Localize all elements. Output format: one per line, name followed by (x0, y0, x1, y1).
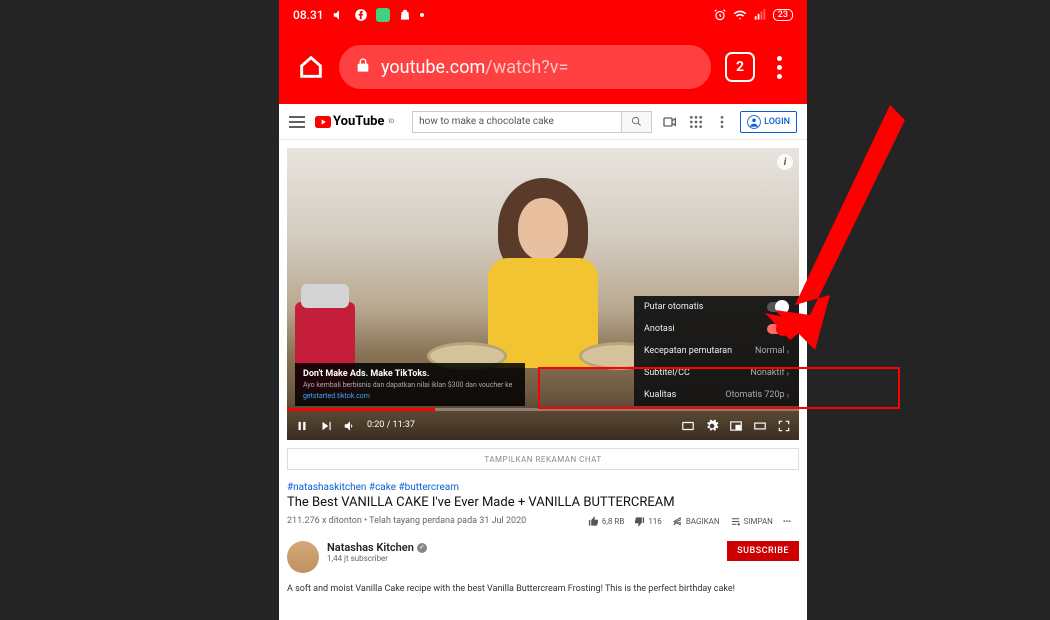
video-tags[interactable]: #natashaskitchen #cake #buttercream (287, 482, 799, 493)
menu-annotations[interactable]: Anotasi (634, 318, 799, 340)
fullscreen-icon[interactable] (777, 418, 791, 432)
subscribe-button[interactable]: SUBSCRIBE (727, 541, 799, 561)
url-host: youtube.com (381, 57, 485, 78)
youtube-logo[interactable]: YouTubeID (315, 114, 394, 129)
dislike-button[interactable]: 116 (634, 516, 662, 527)
info-icon[interactable]: i (777, 154, 793, 170)
volume-icon (332, 8, 346, 22)
signal-icon (753, 8, 767, 22)
like-button[interactable]: 6,8 RB (588, 516, 624, 527)
show-chat-button[interactable]: TAMPILKAN REKAMAN CHAT (287, 448, 799, 470)
pause-icon[interactable] (295, 418, 309, 432)
apps-icon[interactable] (688, 114, 704, 130)
browser-urlbar: youtube.com/watch?v= 2 (279, 30, 807, 104)
next-icon[interactable] (319, 418, 333, 432)
player-time: 0:20 / 11:37 (367, 420, 415, 430)
toggle-icon[interactable] (767, 324, 789, 334)
menu-subtitles[interactable]: Subtitel/CCNonaktif› (634, 362, 799, 384)
video-player[interactable]: i Don't Make Ads. Make TikToks. Ayo kemb… (287, 148, 799, 440)
kebab-icon[interactable] (714, 114, 730, 130)
settings-icon[interactable] (705, 418, 719, 432)
player-controls: 0:20 / 11:37 (287, 410, 799, 440)
search-input[interactable] (412, 111, 622, 133)
home-icon[interactable] (297, 53, 325, 81)
lock-icon (355, 57, 371, 78)
menu-autoplay[interactable]: Putar otomatis (634, 296, 799, 318)
status-bar: 08.31 23 (279, 0, 807, 30)
channel-name[interactable]: Natashas Kitchen✓ (327, 541, 719, 554)
share-button[interactable]: BAGIKAN (672, 516, 720, 527)
facebook-icon (354, 8, 368, 22)
player-settings-menu: Putar otomatis Anotasi Kecepatan pemutar… (634, 296, 799, 406)
save-button[interactable]: SIMPAN (730, 516, 773, 527)
verified-icon: ✓ (417, 543, 427, 553)
ad-overlay[interactable]: Don't Make Ads. Make TikToks. Ayo kembal… (295, 363, 525, 406)
create-icon[interactable] (662, 114, 678, 130)
login-button[interactable]: LOGIN (740, 111, 797, 133)
browser-menu-icon[interactable] (769, 55, 789, 79)
video-description: A soft and moist Vanilla Cake recipe wit… (287, 583, 799, 596)
url-field[interactable]: youtube.com/watch?v= (339, 45, 711, 89)
phone-frame: 08.31 23 youtube.com/watch?v= 2 YouT (279, 0, 807, 620)
subscriber-count: 1,44 jt subscriber (327, 554, 719, 563)
battery-icon: 23 (773, 9, 793, 21)
status-time: 08.31 (293, 8, 324, 22)
video-stats: 211.276 x ditonton • Telah tayang perdan… (287, 516, 526, 526)
menu-quality[interactable]: KualitasOtomatis 720p› (634, 384, 799, 406)
search-button[interactable] (622, 111, 652, 133)
shopee-icon (398, 8, 412, 22)
url-path: /watch?v= (485, 57, 568, 78)
wifi-icon (733, 8, 747, 22)
avatar[interactable] (287, 541, 319, 573)
toggle-icon[interactable] (767, 302, 789, 312)
cc-icon[interactable] (681, 418, 695, 432)
theater-icon[interactable] (753, 418, 767, 432)
tab-count[interactable]: 2 (725, 52, 755, 82)
more-button[interactable]: ••• (783, 517, 791, 526)
alarm-icon (713, 8, 727, 22)
menu-speed[interactable]: Kecepatan pemutaranNormal› (634, 340, 799, 362)
volume-icon[interactable] (343, 418, 357, 432)
app-icon (376, 8, 390, 22)
youtube-header: YouTubeID LOGIN (279, 104, 807, 140)
video-title: The Best VANILLA CAKE I've Ever Made + V… (287, 495, 799, 510)
hamburger-icon[interactable] (289, 116, 305, 128)
miniplayer-icon[interactable] (729, 418, 743, 432)
more-dot (420, 13, 424, 17)
